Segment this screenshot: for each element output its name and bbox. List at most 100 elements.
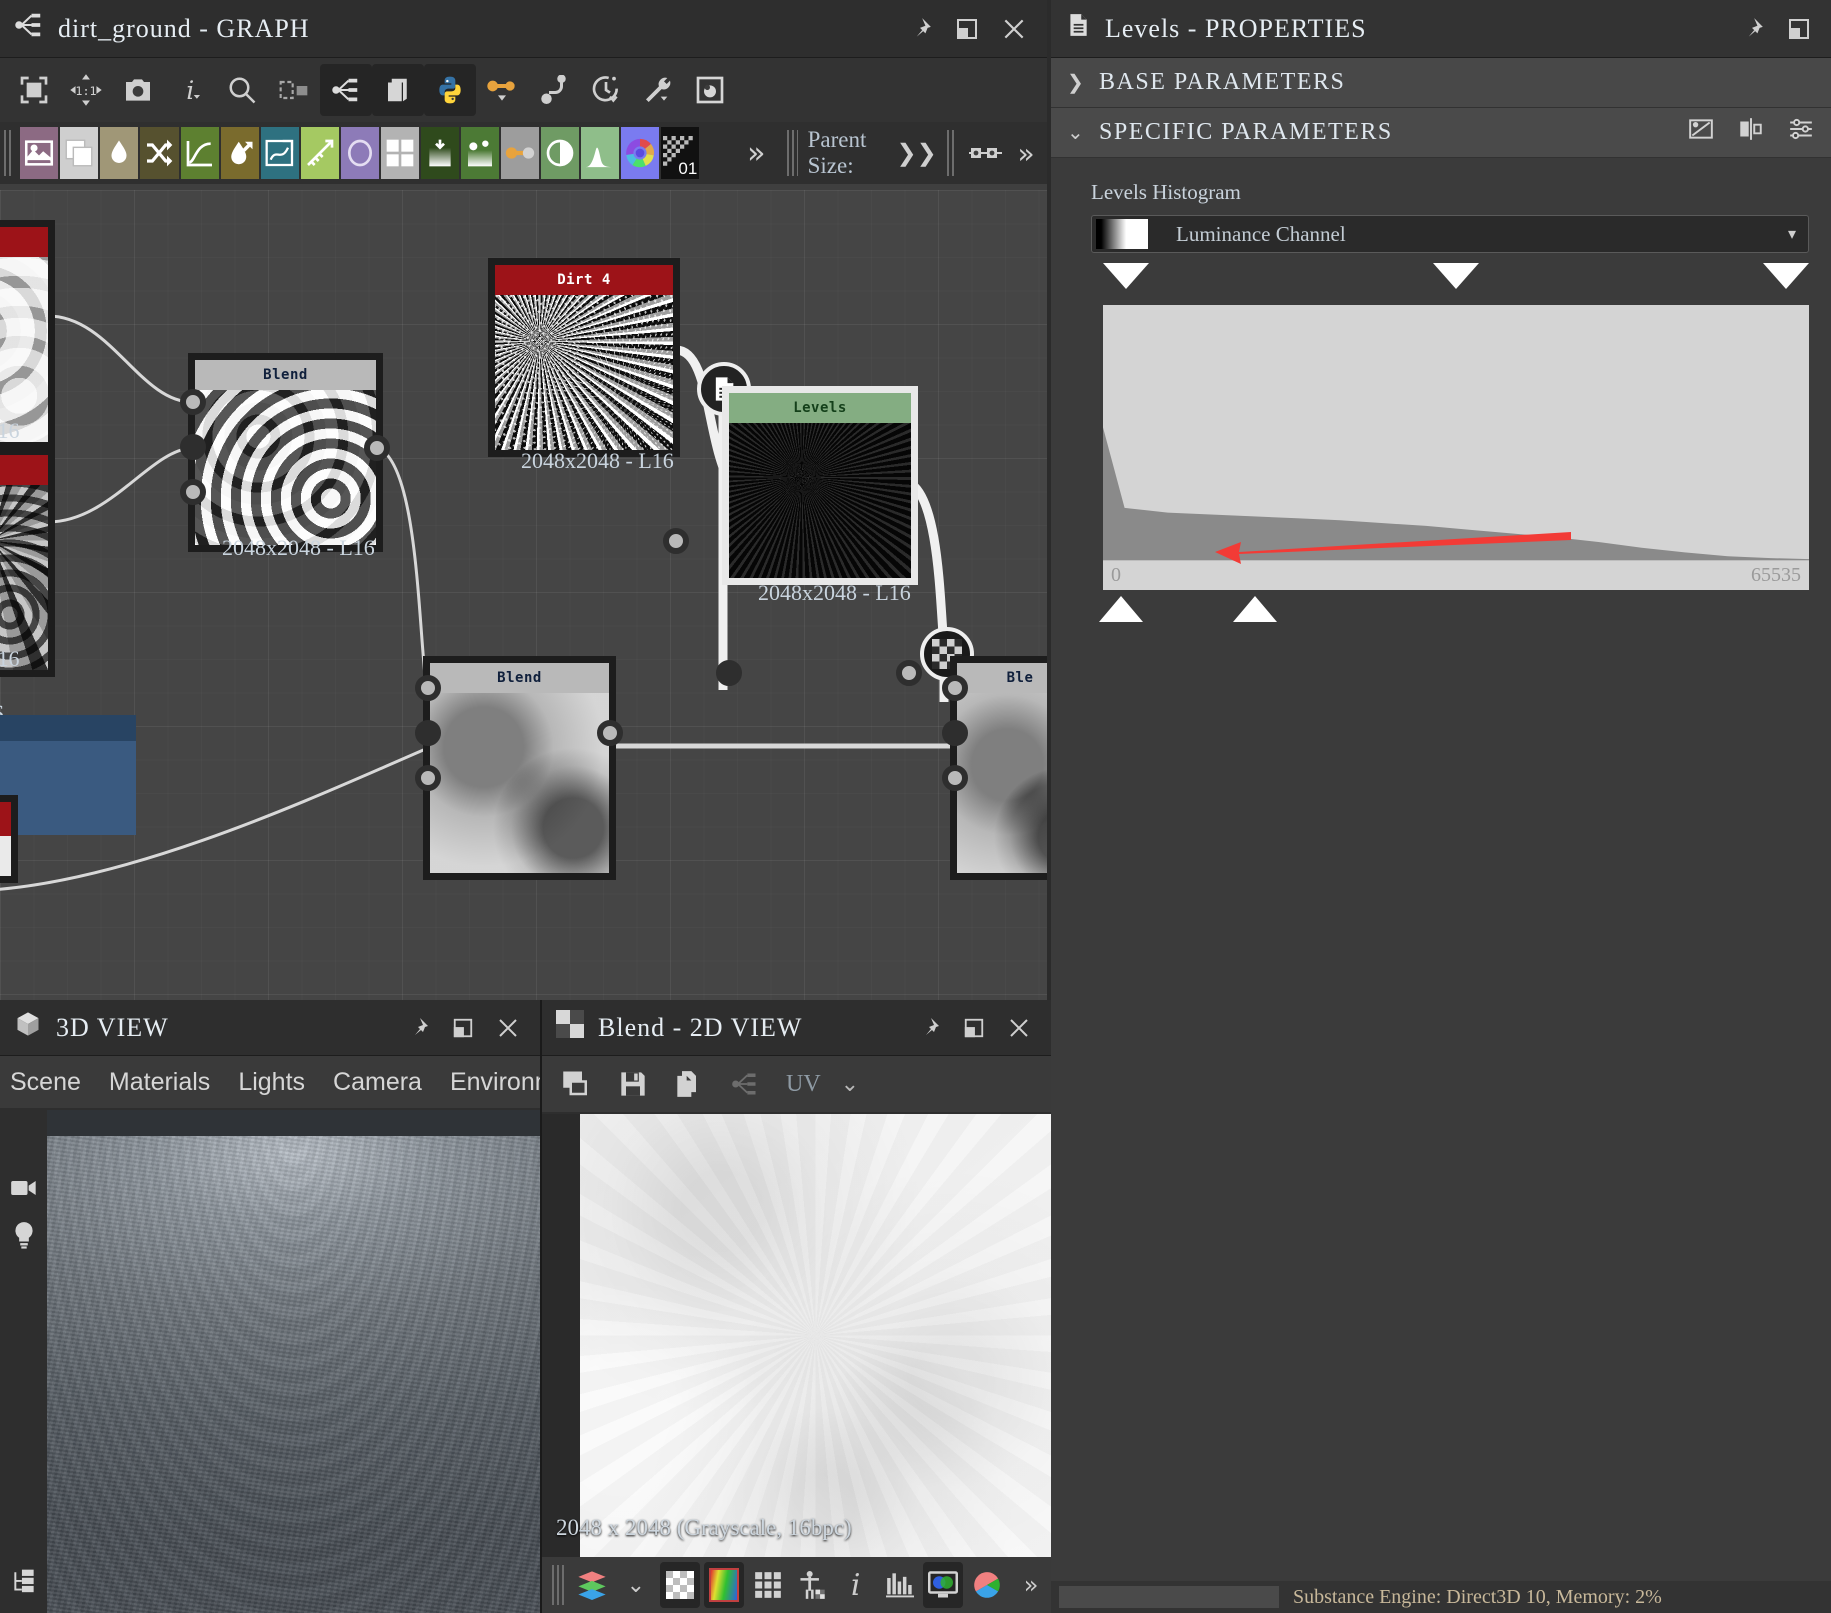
rgb-gradient-icon[interactable] xyxy=(703,1562,745,1608)
pin-icon[interactable] xyxy=(917,1016,941,1040)
settings-sliders-icon[interactable] xyxy=(1787,116,1815,149)
timer-icon[interactable] xyxy=(580,64,632,116)
preview-icon[interactable] xyxy=(684,64,736,116)
pin-icon[interactable] xyxy=(907,16,933,42)
node-connection-icon[interactable] xyxy=(967,127,1005,179)
maximize-icon[interactable] xyxy=(1787,17,1811,41)
uv-label[interactable]: UV xyxy=(786,1071,821,1098)
input-black-marker[interactable] xyxy=(1099,596,1143,622)
curve-icon[interactable] xyxy=(180,127,219,179)
output-black-marker[interactable] xyxy=(1103,263,1149,289)
duplicate-icon[interactable] xyxy=(666,1061,712,1107)
node-blend-2-input-1[interactable] xyxy=(415,720,441,746)
input-mid-marker[interactable] xyxy=(1233,596,1277,622)
menu-item-materials[interactable]: Materials xyxy=(109,1068,210,1097)
duplicate-icon[interactable] xyxy=(372,64,424,116)
transform-icon[interactable] xyxy=(501,127,540,179)
graph-node-icon[interactable] xyxy=(320,64,372,116)
pin-icon[interactable] xyxy=(406,1016,430,1040)
layers-caret-icon[interactable]: ⌄ xyxy=(616,1562,656,1608)
channels-icon[interactable] xyxy=(923,1562,964,1608)
mirror-params-icon[interactable] xyxy=(1737,116,1765,149)
tile-generator-icon[interactable] xyxy=(380,127,419,179)
view-3d-viewport[interactable] xyxy=(47,1110,540,1613)
slope-blur-icon[interactable] xyxy=(300,127,339,179)
node-blend-2-input-0[interactable] xyxy=(415,675,441,701)
info-icon[interactable]: i xyxy=(836,1562,876,1608)
connector-icon[interactable] xyxy=(528,64,580,116)
node-left-top[interactable] xyxy=(0,220,55,449)
node-blend-1-input-1[interactable] xyxy=(180,434,206,460)
close-icon[interactable] xyxy=(496,1016,520,1040)
node-levels-output[interactable] xyxy=(896,660,922,686)
library-overflow-icon[interactable]: » xyxy=(737,127,775,179)
section-base-parameters[interactable]: ❯ BASE PARAMETERS xyxy=(1051,58,1831,108)
node-blend-2[interactable]: Blend xyxy=(423,656,616,880)
graph-toolbar-overflow-icon[interactable]: » xyxy=(1007,127,1045,179)
tiling-grid-icon[interactable] xyxy=(748,1562,788,1608)
copy-view-icon[interactable] xyxy=(554,1061,600,1107)
link-params-icon[interactable] xyxy=(1687,116,1715,149)
shuffle-icon[interactable] xyxy=(140,127,179,179)
gradient-map-icon[interactable] xyxy=(420,127,459,179)
toolbar-drag-handle[interactable] xyxy=(787,130,798,176)
align-nodes-icon[interactable] xyxy=(268,64,320,116)
blur-hq-icon[interactable] xyxy=(220,127,259,179)
parent-size-caret[interactable]: ❯❯ xyxy=(897,139,937,168)
close-icon[interactable] xyxy=(1007,1016,1031,1040)
pin-icon[interactable] xyxy=(1739,16,1765,42)
histogram-icon[interactable] xyxy=(880,1562,920,1608)
hsl-icon[interactable] xyxy=(621,127,660,179)
maximize-icon[interactable] xyxy=(452,1017,474,1039)
menu-item-lights[interactable]: Lights xyxy=(238,1068,305,1097)
close-icon[interactable] xyxy=(1001,16,1027,42)
output-mid-marker[interactable] xyxy=(1433,263,1479,289)
human-scale-icon[interactable] xyxy=(792,1562,832,1608)
link-icon[interactable] xyxy=(476,64,528,116)
node-blue-partial[interactable] xyxy=(0,715,136,835)
color-wheel-icon[interactable] xyxy=(967,1562,1007,1608)
node-levels[interactable]: Levels xyxy=(722,386,918,585)
wrench-icon[interactable] xyxy=(632,64,684,116)
screenshot-icon[interactable] xyxy=(112,64,164,116)
fit-view-icon[interactable] xyxy=(8,64,60,116)
graph-canvas[interactable]: .16 .16 S Blend 2048x2048 - L16 Dirt 4 xyxy=(0,190,1047,1000)
splatter-icon[interactable] xyxy=(460,127,499,179)
node-red-partial[interactable] xyxy=(0,795,18,883)
toolbar-drag-handle-2[interactable] xyxy=(946,130,957,176)
library-drag-handle[interactable] xyxy=(4,130,15,176)
water-level-icon[interactable] xyxy=(100,127,139,179)
histogram-icon[interactable] xyxy=(581,127,620,179)
warp-icon[interactable] xyxy=(260,127,299,179)
light-icon[interactable] xyxy=(0,1211,47,1258)
contrast-icon[interactable] xyxy=(541,127,580,179)
save-icon[interactable] xyxy=(610,1061,656,1107)
info-icon[interactable]: i xyxy=(164,64,216,116)
node-left-bottom[interactable] xyxy=(0,448,55,677)
checker-01-icon[interactable]: 01 xyxy=(661,127,700,179)
node-blend-3-input-1[interactable] xyxy=(942,720,968,746)
shape-icon[interactable] xyxy=(340,127,379,179)
bitmap-icon[interactable] xyxy=(20,127,59,179)
node-blend-1-input-0[interactable] xyxy=(180,389,206,415)
zoom-1-1-icon[interactable]: 1:1 xyxy=(60,64,112,116)
output-white-marker[interactable] xyxy=(1763,263,1809,289)
python-icon[interactable] xyxy=(424,64,476,116)
node-blend-3-input-2[interactable] xyxy=(942,765,968,791)
menu-item-camera[interactable]: Camera xyxy=(333,1068,422,1097)
menu-item-scene[interactable]: Scene xyxy=(10,1068,81,1097)
maximize-icon[interactable] xyxy=(955,17,979,41)
camera-icon[interactable] xyxy=(0,1164,47,1211)
node-dirt-4[interactable]: Dirt 4 xyxy=(488,258,680,457)
node-blend-1-input-2[interactable] xyxy=(180,479,206,505)
search-icon[interactable] xyxy=(216,64,268,116)
hierarchy-icon[interactable] xyxy=(0,1558,47,1605)
node-blend-1[interactable]: Blend xyxy=(188,353,383,552)
view-2d-viewport[interactable] xyxy=(580,1114,1051,1557)
graph-link-icon[interactable] xyxy=(722,1061,768,1107)
uv-caret-icon[interactable]: ⌄ xyxy=(841,1071,859,1097)
maximize-icon[interactable] xyxy=(963,1017,985,1039)
svg-icon[interactable] xyxy=(60,127,99,179)
node-blend-2-output[interactable] xyxy=(597,720,623,746)
node-dirt-4-output[interactable] xyxy=(663,528,689,554)
